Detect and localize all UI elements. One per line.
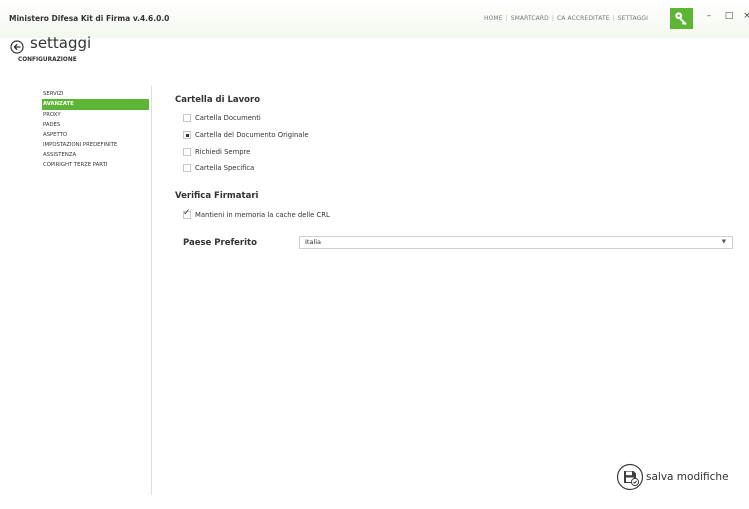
checkbox-box[interactable]: ✓ — [183, 208, 191, 219]
nav-separator: | — [551, 15, 554, 22]
section-label: CONFIGURAZIONE — [18, 57, 77, 63]
nav-separator: | — [505, 15, 508, 22]
nav-settaggi[interactable]: SETTAGGI — [618, 15, 648, 22]
close-button[interactable]: × — [741, 10, 749, 22]
checkbox-cache-crl[interactable]: ✓ Mantieni in memoria la cache delle CRL — [183, 208, 330, 219]
option-label: Cartella Documenti — [195, 114, 261, 122]
sidebar: SERVIZI AVANZATE PROXY PADES ASPETTO IMP… — [42, 89, 149, 170]
cartella-heading: Cartella di Lavoro — [175, 95, 261, 105]
verifica-heading: Verifica Firmatari — [175, 191, 259, 201]
chevron-down-icon[interactable]: ▼ — [722, 237, 726, 248]
floppy-disk-icon — [616, 463, 644, 491]
sidebar-item-aspetto[interactable]: ASPETTO — [42, 130, 149, 140]
tools-button[interactable] — [670, 8, 693, 29]
radio-box-selected[interactable] — [183, 131, 191, 139]
sidebar-item-assistenza[interactable]: ASSISTENZA — [42, 150, 149, 160]
radio-cartella-documento-originale[interactable]: Cartella del Documento Originale — [183, 131, 309, 139]
radio-richiedi-sempre[interactable]: Richiedi Sempre — [183, 148, 250, 156]
minimize-button[interactable]: – — [703, 10, 715, 22]
nav-ca-accreditate[interactable]: CA ACCREDITATE — [557, 15, 610, 22]
back-arrow-icon[interactable] — [10, 40, 24, 54]
page-title: settaggi — [30, 34, 92, 52]
radio-box[interactable] — [183, 164, 191, 172]
selected-dot-icon — [186, 134, 189, 137]
sidebar-item-copyright[interactable]: COPIRIGHT TERZE PARTI — [42, 160, 149, 170]
nav-separator: | — [612, 15, 615, 22]
checkbox-label: Mantieni in memoria la cache delle CRL — [195, 211, 330, 219]
nav-home[interactable]: HOME — [484, 15, 503, 22]
option-label: Richiedi Sempre — [195, 148, 251, 156]
sidebar-divider — [151, 86, 152, 495]
paese-label: Paese Preferito — [183, 238, 257, 248]
save-button[interactable]: salva modifiche — [616, 463, 729, 491]
save-label: salva modifiche — [646, 471, 729, 483]
maximize-button[interactable]: □ — [723, 10, 735, 22]
paese-select[interactable]: Italia ▼ — [299, 236, 733, 249]
radio-cartella-specifica[interactable]: Cartella Specifica — [183, 164, 254, 172]
sidebar-item-proxy[interactable]: PROXY — [42, 110, 149, 120]
nav-smartcard[interactable]: SMARTCARD — [511, 15, 549, 22]
option-label: Cartella del Documento Originale — [195, 131, 309, 139]
app-title: Ministero Difesa Kit di Firma v.4.6.0.0 — [9, 14, 170, 23]
sidebar-item-impostazioni-predefinite[interactable]: IMPOSTAZIONI PREDEFINITE — [42, 140, 149, 150]
checkmark-icon: ✓ — [183, 208, 191, 218]
sidebar-item-servizi[interactable]: SERVIZI — [42, 89, 149, 99]
top-navigation: HOME | SMARTCARD | CA ACCREDITATE | SETTAGGI — [484, 15, 648, 22]
option-label: Cartella Specifica — [195, 164, 255, 172]
sidebar-item-pades[interactable]: PADES — [42, 120, 149, 130]
radio-box[interactable] — [183, 148, 191, 156]
key-icon — [675, 12, 687, 26]
radio-cartella-documenti[interactable]: Cartella Documenti — [183, 114, 261, 122]
sidebar-item-avanzate[interactable]: AVANZATE — [42, 99, 149, 110]
paese-value: Italia — [305, 238, 322, 246]
radio-box[interactable] — [183, 114, 191, 122]
